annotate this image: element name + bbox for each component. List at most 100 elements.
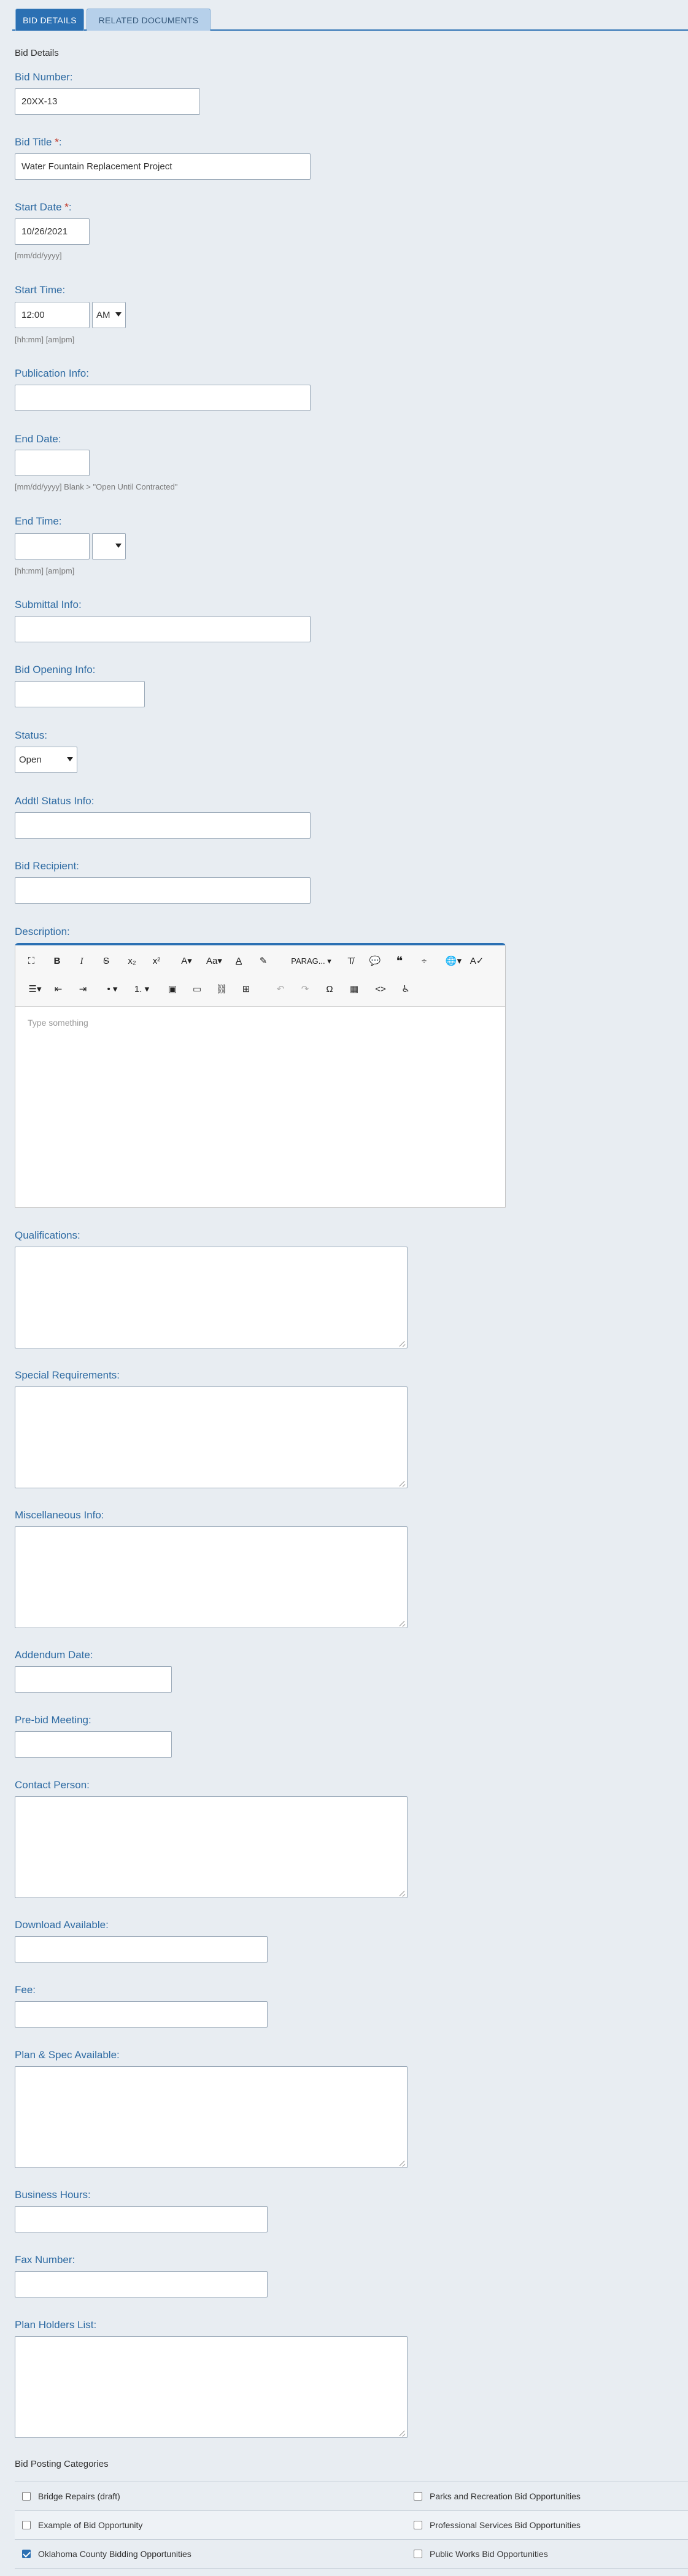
- special-characters-icon[interactable]: Ω: [322, 980, 337, 999]
- category-checkbox[interactable]: [22, 2521, 31, 2529]
- resize-handle-icon[interactable]: [400, 1340, 406, 1347]
- bid-title-label: Bid Title *:: [15, 136, 62, 148]
- bid-number-label: Bid Number:: [15, 71, 73, 83]
- fullscreen-icon[interactable]: ⛶: [24, 952, 39, 971]
- language-icon[interactable]: 🌐▾: [441, 952, 466, 971]
- required-mark: *: [55, 136, 59, 148]
- special-requirements-textarea[interactable]: [15, 1386, 408, 1488]
- strikethrough-icon[interactable]: S: [99, 952, 114, 971]
- tab-related-documents[interactable]: RELATED DOCUMENTS: [87, 9, 211, 31]
- resize-handle-icon[interactable]: [400, 2160, 406, 2166]
- start-date-label-text: Start Date: [15, 201, 62, 213]
- category-item[interactable]: Professional Services Bid Opportunities: [414, 2511, 581, 2539]
- font-size-icon[interactable]: Aa▾: [202, 952, 226, 971]
- plan-holders-list-textarea[interactable]: [15, 2336, 408, 2438]
- bid-recipient-input[interactable]: [15, 877, 311, 904]
- publication-info-input[interactable]: [15, 385, 311, 411]
- editor-toolbar: ⛶ B I S x₂ x² A▾ Aa▾ A ✎ PARAG... ▾ T̸ 💬…: [15, 945, 505, 1007]
- contact-person-textarea[interactable]: [15, 1796, 408, 1898]
- folder-icon[interactable]: ▭: [190, 980, 204, 999]
- chevron-down-icon: [67, 757, 73, 761]
- start-time-input[interactable]: [15, 302, 90, 328]
- qualifications-textarea[interactable]: [15, 1247, 408, 1348]
- resize-handle-icon[interactable]: [400, 1890, 406, 1896]
- miscellaneous-info-textarea[interactable]: [15, 1526, 408, 1628]
- end-time-ampm-select[interactable]: [92, 533, 126, 559]
- category-item[interactable]: Public Works Bid Opportunities: [414, 2540, 548, 2568]
- fee-input[interactable]: [15, 2001, 268, 2028]
- category-item[interactable]: Bridge Repairs (draft): [22, 2482, 120, 2510]
- image-icon[interactable]: ▣: [165, 980, 180, 999]
- highlight-icon[interactable]: A: [231, 952, 246, 971]
- start-time-label: Start Time:: [15, 284, 66, 296]
- paragraph-format-dropdown[interactable]: PARAG... ▾: [280, 952, 342, 971]
- submittal-info-input[interactable]: [15, 616, 311, 642]
- business-hours-input[interactable]: [15, 2206, 268, 2232]
- redo-icon[interactable]: ↷: [298, 980, 312, 999]
- marker-icon[interactable]: ✎: [256, 952, 271, 971]
- end-time-hint: [hh:mm] [am|pm]: [15, 566, 75, 575]
- download-available-input[interactable]: [15, 1936, 268, 1963]
- tab-bid-details[interactable]: BID DETAILS: [15, 9, 84, 31]
- bid-title-label-text: Bid Title: [15, 136, 52, 148]
- resize-handle-icon[interactable]: [400, 1620, 406, 1626]
- plan-spec-available-textarea[interactable]: [15, 2066, 408, 2168]
- status-select[interactable]: Open: [15, 747, 77, 773]
- category-checkbox[interactable]: [414, 2492, 422, 2501]
- addendum-date-label: Addendum Date:: [15, 1649, 93, 1661]
- bid-posting-categories-table: Bridge Repairs (draft) Parks and Recreat…: [15, 2482, 688, 2569]
- undo-icon[interactable]: ↶: [273, 980, 288, 999]
- resize-handle-icon[interactable]: [400, 1480, 406, 1486]
- start-time-ampm-select[interactable]: AM: [92, 302, 126, 328]
- bid-opening-info-input[interactable]: [15, 681, 145, 707]
- start-date-label: Start Date *:: [15, 201, 72, 213]
- addendum-date-input[interactable]: [15, 1666, 172, 1693]
- end-date-input[interactable]: [15, 450, 90, 476]
- bid-number-input[interactable]: [15, 88, 200, 115]
- outdent-icon[interactable]: ⇤: [51, 980, 66, 999]
- category-checkbox[interactable]: [22, 2492, 31, 2501]
- publication-info-label: Publication Info:: [15, 367, 89, 379]
- category-item[interactable]: Example of Bid Opportunity: [22, 2511, 142, 2539]
- required-mark: *: [64, 201, 69, 213]
- indent-icon[interactable]: ⇥: [75, 980, 90, 999]
- end-time-label: End Time:: [15, 515, 62, 527]
- accessibility-icon[interactable]: ♿: [398, 980, 413, 999]
- font-color-icon[interactable]: A▾: [176, 952, 197, 971]
- link-icon[interactable]: ⛓: [214, 980, 229, 999]
- bold-icon[interactable]: B: [50, 952, 64, 971]
- bid-posting-categories-title: Bid Posting Categories: [15, 2459, 109, 2469]
- source-code-icon[interactable]: <>: [371, 980, 390, 999]
- pre-bid-meeting-input[interactable]: [15, 1731, 172, 1758]
- plan-holders-list-label: Plan Holders List:: [15, 2319, 97, 2331]
- special-requirements-label: Special Requirements:: [15, 1369, 120, 1381]
- media-embed-icon[interactable]: ▦: [347, 980, 361, 999]
- subscript-icon[interactable]: x₂: [123, 952, 141, 971]
- fax-number-input[interactable]: [15, 2271, 268, 2297]
- italic-icon[interactable]: I: [74, 952, 89, 971]
- comment-icon[interactable]: 💬: [368, 952, 382, 971]
- blockquote-icon[interactable]: ❝: [392, 952, 407, 971]
- category-checkbox-checked[interactable]: [22, 2550, 31, 2558]
- category-item[interactable]: Oklahoma County Bidding Opportunities: [22, 2540, 191, 2568]
- editor-placeholder[interactable]: Type something: [28, 1018, 88, 1028]
- addtl-status-info-input[interactable]: [15, 812, 311, 839]
- category-checkbox[interactable]: [414, 2521, 422, 2529]
- numbered-list-icon[interactable]: 1. ▾: [129, 980, 154, 999]
- spellcheck-icon[interactable]: A✓: [470, 952, 484, 971]
- bid-title-input[interactable]: [15, 153, 311, 180]
- align-icon[interactable]: ☰▾: [24, 980, 46, 999]
- superscript-icon[interactable]: x²: [148, 952, 165, 971]
- resize-handle-icon[interactable]: [400, 2430, 406, 2436]
- horizontal-line-icon[interactable]: ÷: [417, 952, 431, 971]
- category-item[interactable]: Parks and Recreation Bid Opportunities: [414, 2482, 581, 2510]
- end-time-input[interactable]: [15, 533, 90, 559]
- remove-format-icon[interactable]: T̸: [343, 952, 358, 971]
- category-label: Bridge Repairs (draft): [38, 2491, 120, 2501]
- chevron-down-icon: [115, 544, 122, 548]
- table-icon[interactable]: ⊞: [239, 980, 253, 999]
- category-checkbox[interactable]: [414, 2550, 422, 2558]
- bulleted-list-icon[interactable]: • ▾: [100, 980, 125, 999]
- category-row: Bridge Repairs (draft) Parks and Recreat…: [15, 2482, 688, 2511]
- start-date-input[interactable]: [15, 218, 90, 245]
